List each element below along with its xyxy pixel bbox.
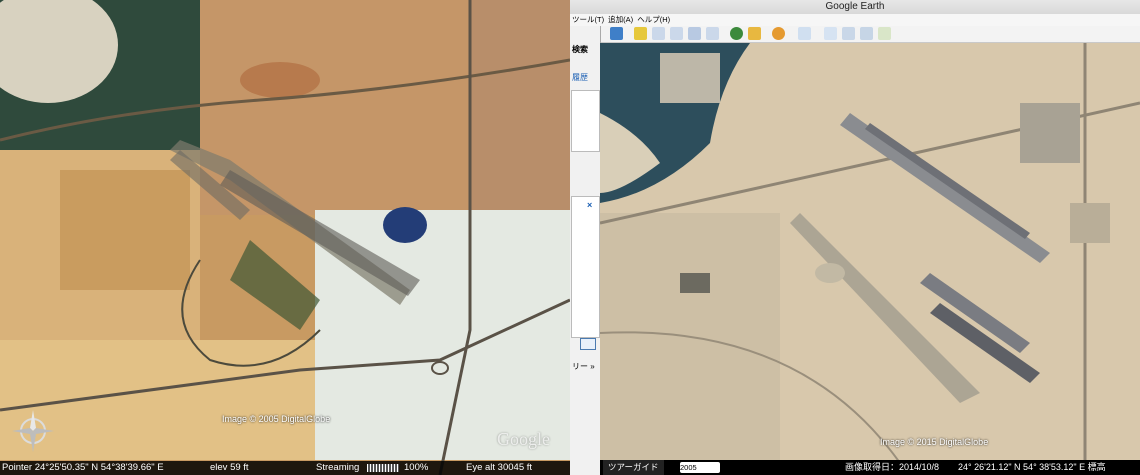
search-results-panel [571, 90, 600, 152]
window-title-bar: Google Earth [570, 0, 1140, 14]
left-image-credit: Image © 2005 DigitalGlobe [222, 414, 331, 424]
toolbar [600, 26, 1140, 43]
sunlight-icon[interactable] [748, 27, 761, 40]
view-in-maps-icon[interactable] [878, 27, 891, 40]
layers-label[interactable]: リー » [572, 361, 598, 372]
historical-imagery-icon[interactable] [730, 27, 743, 40]
compass-icon[interactable] [10, 408, 56, 454]
right-map-view[interactable] [600, 43, 1140, 460]
menu-item-add[interactable]: 追加(A) [608, 14, 633, 26]
polygon-icon[interactable] [652, 27, 665, 40]
right-image-credit: Image © 2015 DigitalGlobe [880, 437, 989, 447]
path-icon[interactable] [670, 27, 683, 40]
pointer-coordinates: Pointer 24°25'50.35" N 54°38'39.66" E [2, 462, 164, 473]
overlay-icon[interactable] [688, 27, 701, 40]
placemark-icon[interactable] [634, 27, 647, 40]
ruler-icon[interactable] [798, 27, 811, 40]
elevation-readout: elev 59 ft [210, 462, 249, 473]
historical-imagery-year[interactable]: 2005 [680, 462, 720, 473]
tour-guide-button[interactable]: ツアーガイド [603, 460, 664, 475]
right-terrain-image [600, 43, 1140, 460]
left-status-bar: Pointer 24°25'50.35" N 54°38'39.66" E el… [0, 461, 570, 475]
menu-item-tools[interactable]: ツール(T) [572, 14, 604, 26]
eye-altitude: Eye alt 30045 ft [466, 462, 533, 473]
sidebar-panel: 検索 履歴 × リー » [570, 26, 601, 475]
left-terrain-image [0, 0, 570, 475]
menu-item-help[interactable]: ヘルプ(H) [637, 14, 670, 26]
print-icon[interactable] [842, 27, 855, 40]
sidebar-toggle-icon[interactable] [610, 27, 623, 40]
save-image-icon[interactable] [860, 27, 873, 40]
folder-icon[interactable] [580, 338, 596, 350]
close-icon[interactable]: × [587, 200, 597, 210]
record-tour-icon[interactable] [706, 27, 719, 40]
streaming-label: Streaming [316, 462, 360, 473]
sidebar-search-tab[interactable]: 検索 [572, 44, 598, 55]
email-icon[interactable] [824, 27, 837, 40]
right-coordinates: 24° 26'21.12" N 54° 38'53.12" E 標高 [958, 462, 1106, 472]
google-watermark: Google [497, 429, 550, 449]
window-title: Google Earth [825, 1, 885, 12]
streaming-progress-bar [367, 464, 399, 472]
planets-icon[interactable] [772, 27, 785, 40]
streaming-percent: 100% [404, 462, 429, 473]
capture-date: 画像取得日：2014/10/8 [845, 462, 940, 472]
left-map-view[interactable]: Image © 2005 DigitalGlobe Google Pointer… [0, 0, 570, 475]
places-panel [571, 196, 600, 338]
sidebar-history-tab[interactable]: 履歴 [572, 72, 598, 83]
